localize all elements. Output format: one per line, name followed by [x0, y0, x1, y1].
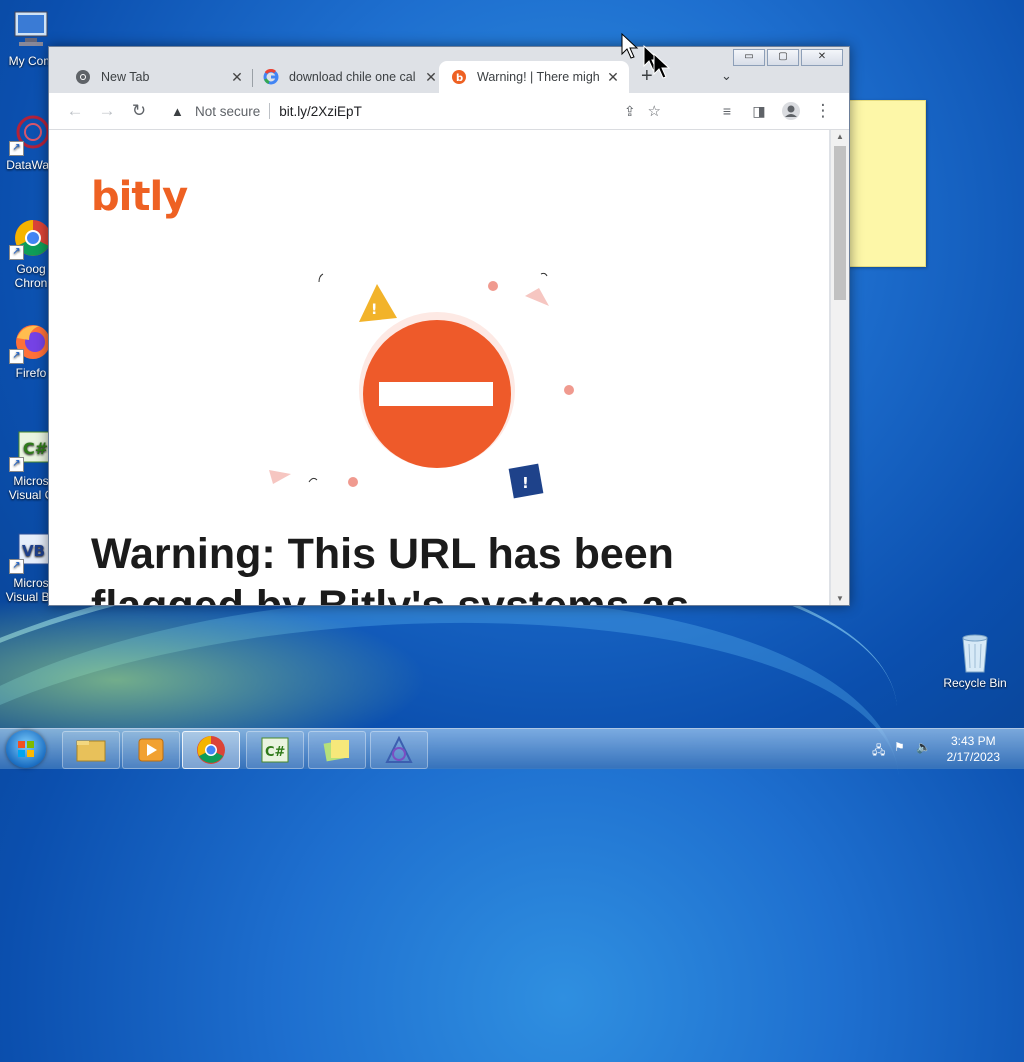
decor-dot [488, 281, 498, 291]
address-bar[interactable]: ▲ Not secure bit.ly/2XziEpT ⇪ ☆ [161, 97, 675, 125]
decor-stroke [540, 272, 548, 277]
scroll-thumb[interactable] [834, 146, 846, 300]
system-tray: 🖧 ⚑ 🔈 3:43 PM 2/17/2023 [864, 729, 1024, 769]
chrome-icon: ↗ [9, 216, 53, 260]
clock-date: 2/17/2023 [946, 750, 1000, 764]
svg-text:!: ! [371, 302, 377, 318]
taskbar-media-player-button[interactable] [122, 731, 180, 769]
folder-icon [76, 740, 106, 762]
network-icon[interactable]: 🖧 [872, 741, 885, 762]
chrome-icon [197, 736, 225, 764]
bitly-icon: b [452, 70, 466, 84]
decor-dot [348, 477, 358, 487]
taskbar: C# 🖧 ⚑ 🔈 3:43 PM 2/17/2023 [0, 728, 1024, 769]
address-divider [269, 103, 271, 119]
app-icon [385, 735, 413, 763]
close-icon[interactable]: ✕ [605, 69, 621, 86]
decor-stroke [308, 477, 318, 483]
svg-text:C#: C# [23, 439, 48, 458]
shortcut-arrow-icon: ↗ [9, 457, 24, 472]
desktop-icon-label: Recycle Bin [943, 676, 1007, 690]
decor-triangle [269, 470, 291, 484]
sticky-note[interactable] [848, 100, 926, 267]
url-text[interactable]: bit.ly/2XziEpT [279, 104, 362, 119]
warning-illustration: ! ! [269, 272, 574, 499]
page-scrollbar[interactable]: ▲ ▼ [831, 130, 849, 605]
firefox-icon: ↗ [9, 320, 53, 364]
google-icon [263, 69, 279, 85]
tab-title: New Tab [101, 70, 150, 84]
clock-time: 3:43 PM [950, 734, 996, 748]
desktop-icon-recycle-bin[interactable]: Recycle Bin [940, 630, 1010, 690]
svg-text:VB: VB [22, 542, 45, 560]
side-panel-icon[interactable]: ◨ [747, 99, 771, 123]
tab-separator [252, 69, 253, 87]
svg-text:b: b [456, 73, 463, 84]
shortcut-arrow-icon: ↗ [9, 141, 24, 156]
svg-text:C#: C# [265, 745, 286, 760]
tab-strip: New Tab ✕ download chile one cal ✕ b War… [49, 61, 849, 93]
start-button[interactable] [6, 730, 46, 768]
csharp-icon: C# [261, 737, 289, 763]
media-player-icon [138, 738, 164, 762]
csharp-icon: C# ↗ [9, 428, 53, 472]
clock[interactable]: 3:43 PM 2/17/2023 [947, 733, 1000, 765]
warning-triangle-icon [359, 284, 397, 322]
decor-dot [564, 385, 574, 395]
warning-triangle-icon: ▲ [171, 103, 184, 119]
action-center-flag-icon[interactable]: ⚑ [894, 740, 905, 754]
decor-stroke [318, 273, 324, 283]
scroll-down-icon[interactable]: ▼ [836, 594, 844, 603]
back-button[interactable]: ← [63, 99, 87, 123]
page-content: bitly ! ! Warning: This URL has been fla… [49, 130, 829, 605]
tab-google-search[interactable]: download chile one cal ✕ [263, 61, 439, 93]
decor-triangle [525, 288, 549, 306]
mouse-cursor-icon [621, 32, 671, 79]
computer-icon [9, 8, 53, 52]
tab-title: download chile one cal [289, 70, 416, 84]
stop-sign-bar [379, 382, 493, 406]
taskbar-app-button[interactable] [370, 731, 428, 769]
security-label[interactable]: Not secure [195, 104, 260, 119]
sticky-notes-icon [323, 740, 349, 762]
forward-button[interactable]: → [95, 99, 119, 123]
volume-icon[interactable]: 🔈 [916, 740, 931, 754]
chrome-icon [76, 70, 90, 84]
datawag-icon: ↗ [9, 112, 53, 156]
taskbar-explorer-button[interactable] [62, 731, 120, 769]
menu-kebab-icon[interactable]: ⋮ [811, 99, 835, 123]
reload-button[interactable]: ↻ [127, 99, 151, 123]
page-headline: Warning: This URL has been flagged by Bi… [91, 530, 689, 605]
close-icon[interactable]: ✕ [423, 69, 439, 86]
media-control-icon[interactable]: ≡ [715, 99, 739, 123]
svg-text:!: ! [522, 474, 529, 492]
scroll-up-icon[interactable]: ▲ [836, 132, 844, 141]
taskbar-sticky-notes-button[interactable] [308, 731, 366, 769]
recycle-bin-icon [953, 630, 997, 674]
taskbar-csharp-button[interactable]: C# [246, 731, 304, 769]
share-icon[interactable]: ⇪ [624, 103, 636, 120]
shortcut-arrow-icon: ↗ [9, 245, 24, 260]
bookmark-star-icon[interactable]: ☆ [648, 102, 661, 120]
taskbar-chrome-button[interactable] [182, 731, 240, 769]
chrome-window[interactable]: ▭ ▢ ✕ New Tab ✕ download chile one cal ✕… [48, 46, 850, 606]
tab-new-tab[interactable]: New Tab ✕ [75, 61, 245, 93]
visual-basic-icon: VB ↗ [9, 530, 53, 574]
browser-toolbar: ← → ↻ ▲ Not secure bit.ly/2XziEpT ⇪ ☆ ≡ … [49, 93, 849, 130]
close-icon[interactable]: ✕ [229, 69, 245, 86]
tab-bitly-warning[interactable]: b Warning! | There might ✕ [439, 61, 629, 93]
profile-avatar-icon[interactable] [779, 99, 803, 123]
bitly-logo[interactable]: bitly [91, 174, 188, 220]
shortcut-arrow-icon: ↗ [9, 349, 24, 364]
tab-search-chevron-icon[interactable]: ⌄ [721, 68, 732, 84]
tab-title: Warning! | There might [477, 70, 599, 84]
shortcut-arrow-icon: ↗ [9, 559, 24, 574]
